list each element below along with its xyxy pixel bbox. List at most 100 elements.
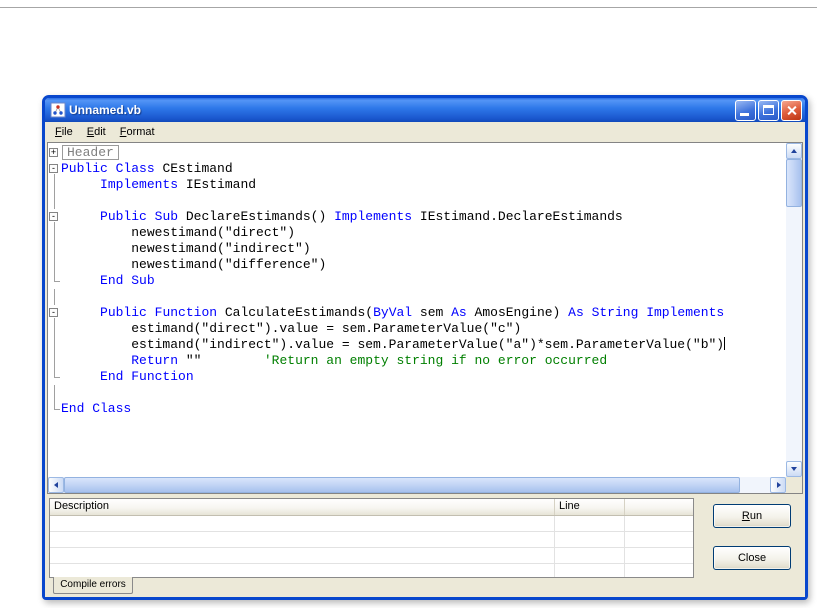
menu-format[interactable]: Format <box>113 124 162 140</box>
window-controls <box>733 99 802 121</box>
code-line-text: Header <box>61 145 786 161</box>
fold-guide-line <box>48 273 61 289</box>
title-bar[interactable]: Unnamed.vb <box>45 98 805 122</box>
code-line[interactable] <box>48 289 786 305</box>
code-line[interactable]: estimand("direct").value = sem.Parameter… <box>48 321 786 337</box>
error-row[interactable] <box>50 516 693 532</box>
code-editor[interactable]: + Header - Public Class CEstimand Implement… <box>47 142 803 494</box>
code-line[interactable]: End Class <box>48 401 786 417</box>
code-line[interactable]: End Function <box>48 369 786 385</box>
fold-guide-line <box>48 353 61 369</box>
error-cell <box>625 532 693 547</box>
error-cell <box>625 564 693 577</box>
code-line[interactable] <box>48 193 786 209</box>
column-header-line[interactable]: Line <box>555 499 625 515</box>
code-line-text: Public Sub DeclareEstimands() Implements… <box>100 209 623 224</box>
maximize-icon <box>763 104 774 115</box>
error-row[interactable] <box>50 532 693 548</box>
run-button[interactable]: Run <box>713 504 791 528</box>
error-cell <box>50 564 555 577</box>
code-line-text: End Function <box>100 369 194 384</box>
dialog-body: + Header - Public Class CEstimand Implement… <box>45 142 805 597</box>
maximize-button[interactable] <box>758 99 779 121</box>
code-line-text: estimand("indirect").value = sem.Paramet… <box>61 337 726 352</box>
code-line[interactable]: - Public Function CalculateEstimands(ByV… <box>48 305 786 321</box>
code-line[interactable]: + Header <box>48 145 786 161</box>
code-line[interactable]: End Sub <box>48 273 786 289</box>
collapsed-header-region[interactable]: Header <box>62 145 119 160</box>
error-cell <box>50 532 555 547</box>
fold-guide-line <box>48 369 61 385</box>
vertical-scrollbar[interactable] <box>786 143 802 477</box>
fold-toggle-icon[interactable]: - <box>48 161 61 177</box>
scroll-left-button[interactable] <box>48 477 64 493</box>
scroll-down-button[interactable] <box>786 461 802 477</box>
window-title: Unnamed.vb <box>69 103 142 117</box>
code-line-text: Return "" 'Return an empty string if no … <box>131 353 608 368</box>
fold-guide-line <box>48 225 61 241</box>
fold-guide-line <box>48 257 61 273</box>
error-cell <box>555 532 625 547</box>
horizontal-scrollbar[interactable] <box>48 477 786 493</box>
compile-errors-tab[interactable]: Compile errors <box>53 577 133 594</box>
fold-guide-line <box>48 337 61 353</box>
parent-window-border <box>0 7 817 8</box>
code-line[interactable]: newestimand("indirect") <box>48 241 786 257</box>
close-icon <box>786 105 797 116</box>
scroll-up-button[interactable] <box>786 143 802 159</box>
text-caret <box>724 337 726 350</box>
code-line-text: End Class <box>61 401 132 416</box>
scroll-right-button[interactable] <box>770 477 786 493</box>
error-cell <box>555 564 625 577</box>
code-line[interactable]: Implements IEstimand <box>48 177 786 193</box>
program-editor-window: Unnamed.vb File Edit Format + Header - Publ… <box>42 95 808 600</box>
code-line-text: newestimand("indirect") <box>61 241 311 256</box>
menu-edit[interactable]: Edit <box>80 124 113 140</box>
window-icon <box>50 102 66 118</box>
minimize-button[interactable] <box>735 99 756 121</box>
fold-guide-line <box>48 241 61 257</box>
code-line[interactable]: Return "" 'Return an empty string if no … <box>48 353 786 369</box>
code-line-text: Public Function CalculateEstimands(ByVal… <box>100 305 725 320</box>
close-dialog-button-label: Close <box>737 552 767 564</box>
code-line[interactable]: - Public Sub DeclareEstimands() Implemen… <box>48 209 786 225</box>
code-line-text: Public Class CEstimand <box>61 161 233 176</box>
code-line[interactable]: newestimand("difference") <box>48 257 786 273</box>
code-line-text: End Sub <box>100 273 155 288</box>
fold-guide-line <box>48 193 61 209</box>
fold-guide-line <box>48 177 61 193</box>
fold-toggle-icon[interactable]: + <box>48 145 61 161</box>
error-cell <box>625 516 693 531</box>
error-list-header: Description Line <box>50 499 693 516</box>
code-line-text: newestimand("difference") <box>61 257 327 272</box>
close-dialog-button[interactable]: Close <box>713 546 791 570</box>
fold-guide-line <box>48 289 61 305</box>
error-cell <box>555 548 625 563</box>
error-cell <box>625 548 693 563</box>
code-line[interactable]: - Public Class CEstimand <box>48 161 786 177</box>
column-header-description[interactable]: Description <box>50 499 555 515</box>
error-row[interactable] <box>50 564 693 577</box>
code-line-text: estimand("direct").value = sem.Parameter… <box>61 321 522 336</box>
compile-errors-panel: Description Line <box>49 498 694 578</box>
fold-guide-line <box>48 321 61 337</box>
menu-bar: File Edit Format <box>45 122 805 142</box>
column-header-blank[interactable] <box>625 499 693 515</box>
minimize-icon <box>740 112 749 116</box>
code-line[interactable] <box>48 385 786 401</box>
error-cell <box>50 516 555 531</box>
fold-toggle-icon[interactable]: - <box>48 305 61 321</box>
code-line[interactable]: estimand("indirect").value = sem.Paramet… <box>48 337 786 353</box>
menu-file[interactable]: File <box>48 124 80 140</box>
fold-toggle-icon[interactable]: - <box>48 209 61 225</box>
error-cell <box>50 548 555 563</box>
run-button-label: Run <box>741 510 763 522</box>
error-row[interactable] <box>50 548 693 564</box>
code-line[interactable]: newestimand("direct") <box>48 225 786 241</box>
code-lines[interactable]: + Header - Public Class CEstimand Implement… <box>48 143 786 477</box>
close-button[interactable] <box>781 99 802 121</box>
vertical-scroll-thumb[interactable] <box>786 159 802 207</box>
horizontal-scroll-thumb[interactable] <box>64 477 740 493</box>
